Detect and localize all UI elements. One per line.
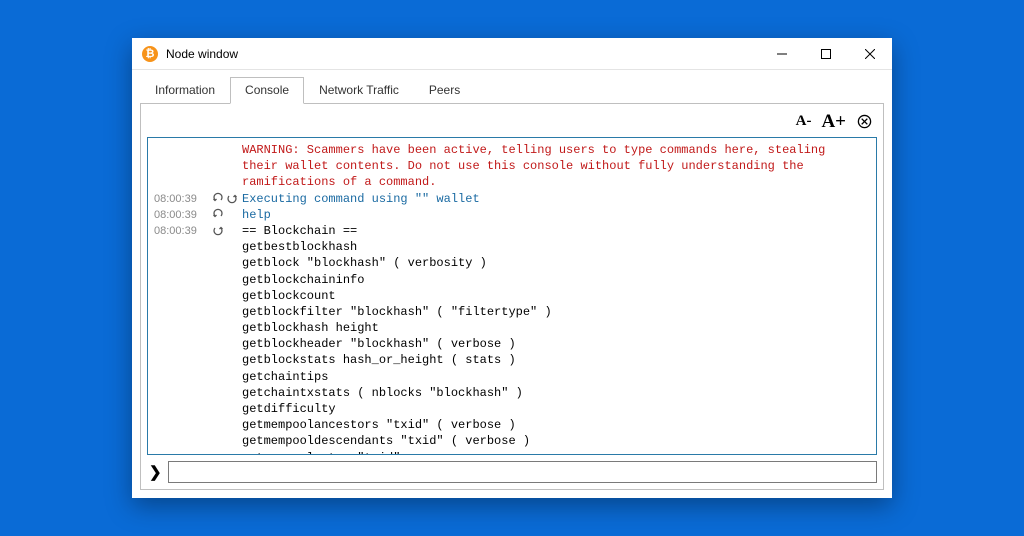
command-input-row: ❯ (147, 461, 877, 483)
tab-information[interactable]: Information (140, 77, 230, 104)
bitcoin-icon: ₿ (142, 46, 158, 62)
maximize-button[interactable] (804, 38, 848, 70)
direction-icon (212, 223, 242, 236)
clear-console-button[interactable] (855, 113, 873, 131)
prompt-icon: ❯ (147, 463, 168, 481)
titlebar: ₿ Node window (132, 38, 892, 70)
console-output[interactable]: WARNING: Scammers have been active, tell… (147, 137, 877, 455)
console-row: 08:00:39 help (154, 207, 870, 223)
command-input[interactable] (168, 461, 877, 483)
console-warning: WARNING: Scammers have been active, tell… (242, 142, 832, 191)
console-panel: A- A+ WARNING: Scammers have been active… (140, 103, 884, 490)
tab-peers[interactable]: Peers (414, 77, 475, 104)
direction-icon (212, 191, 242, 204)
console-message: == Blockchain == getbestblockhash getblo… (242, 223, 552, 455)
node-window: ₿ Node window InformationConsoleNetwork … (132, 38, 892, 498)
font-larger-button[interactable]: A+ (818, 112, 849, 131)
timestamp: 08:00:39 (154, 191, 212, 207)
close-button[interactable] (848, 38, 892, 70)
tab-console[interactable]: Console (230, 77, 304, 104)
window-controls (760, 38, 892, 70)
console-row: 08:00:39 == Blockchain == getbestblockhas… (154, 223, 870, 455)
console-toolbar: A- A+ (147, 110, 877, 137)
clear-icon (857, 114, 872, 129)
tab-network-traffic[interactable]: Network Traffic (304, 77, 414, 104)
timestamp: 08:00:39 (154, 223, 212, 239)
tabbar: InformationConsoleNetwork TrafficPeers (132, 70, 892, 103)
minimize-button[interactable] (760, 38, 804, 70)
timestamp: 08:00:39 (154, 207, 212, 223)
console-row: 08:00:39 Executing command using "" walle… (154, 191, 870, 207)
console-message: Executing command using "" wallet (242, 191, 480, 207)
minimize-icon (777, 49, 787, 59)
direction-icon (212, 207, 242, 220)
close-icon (865, 49, 875, 59)
window-title: Node window (166, 47, 760, 61)
font-smaller-button[interactable]: A- (793, 114, 815, 129)
maximize-icon (821, 49, 831, 59)
console-message: help (242, 207, 271, 223)
